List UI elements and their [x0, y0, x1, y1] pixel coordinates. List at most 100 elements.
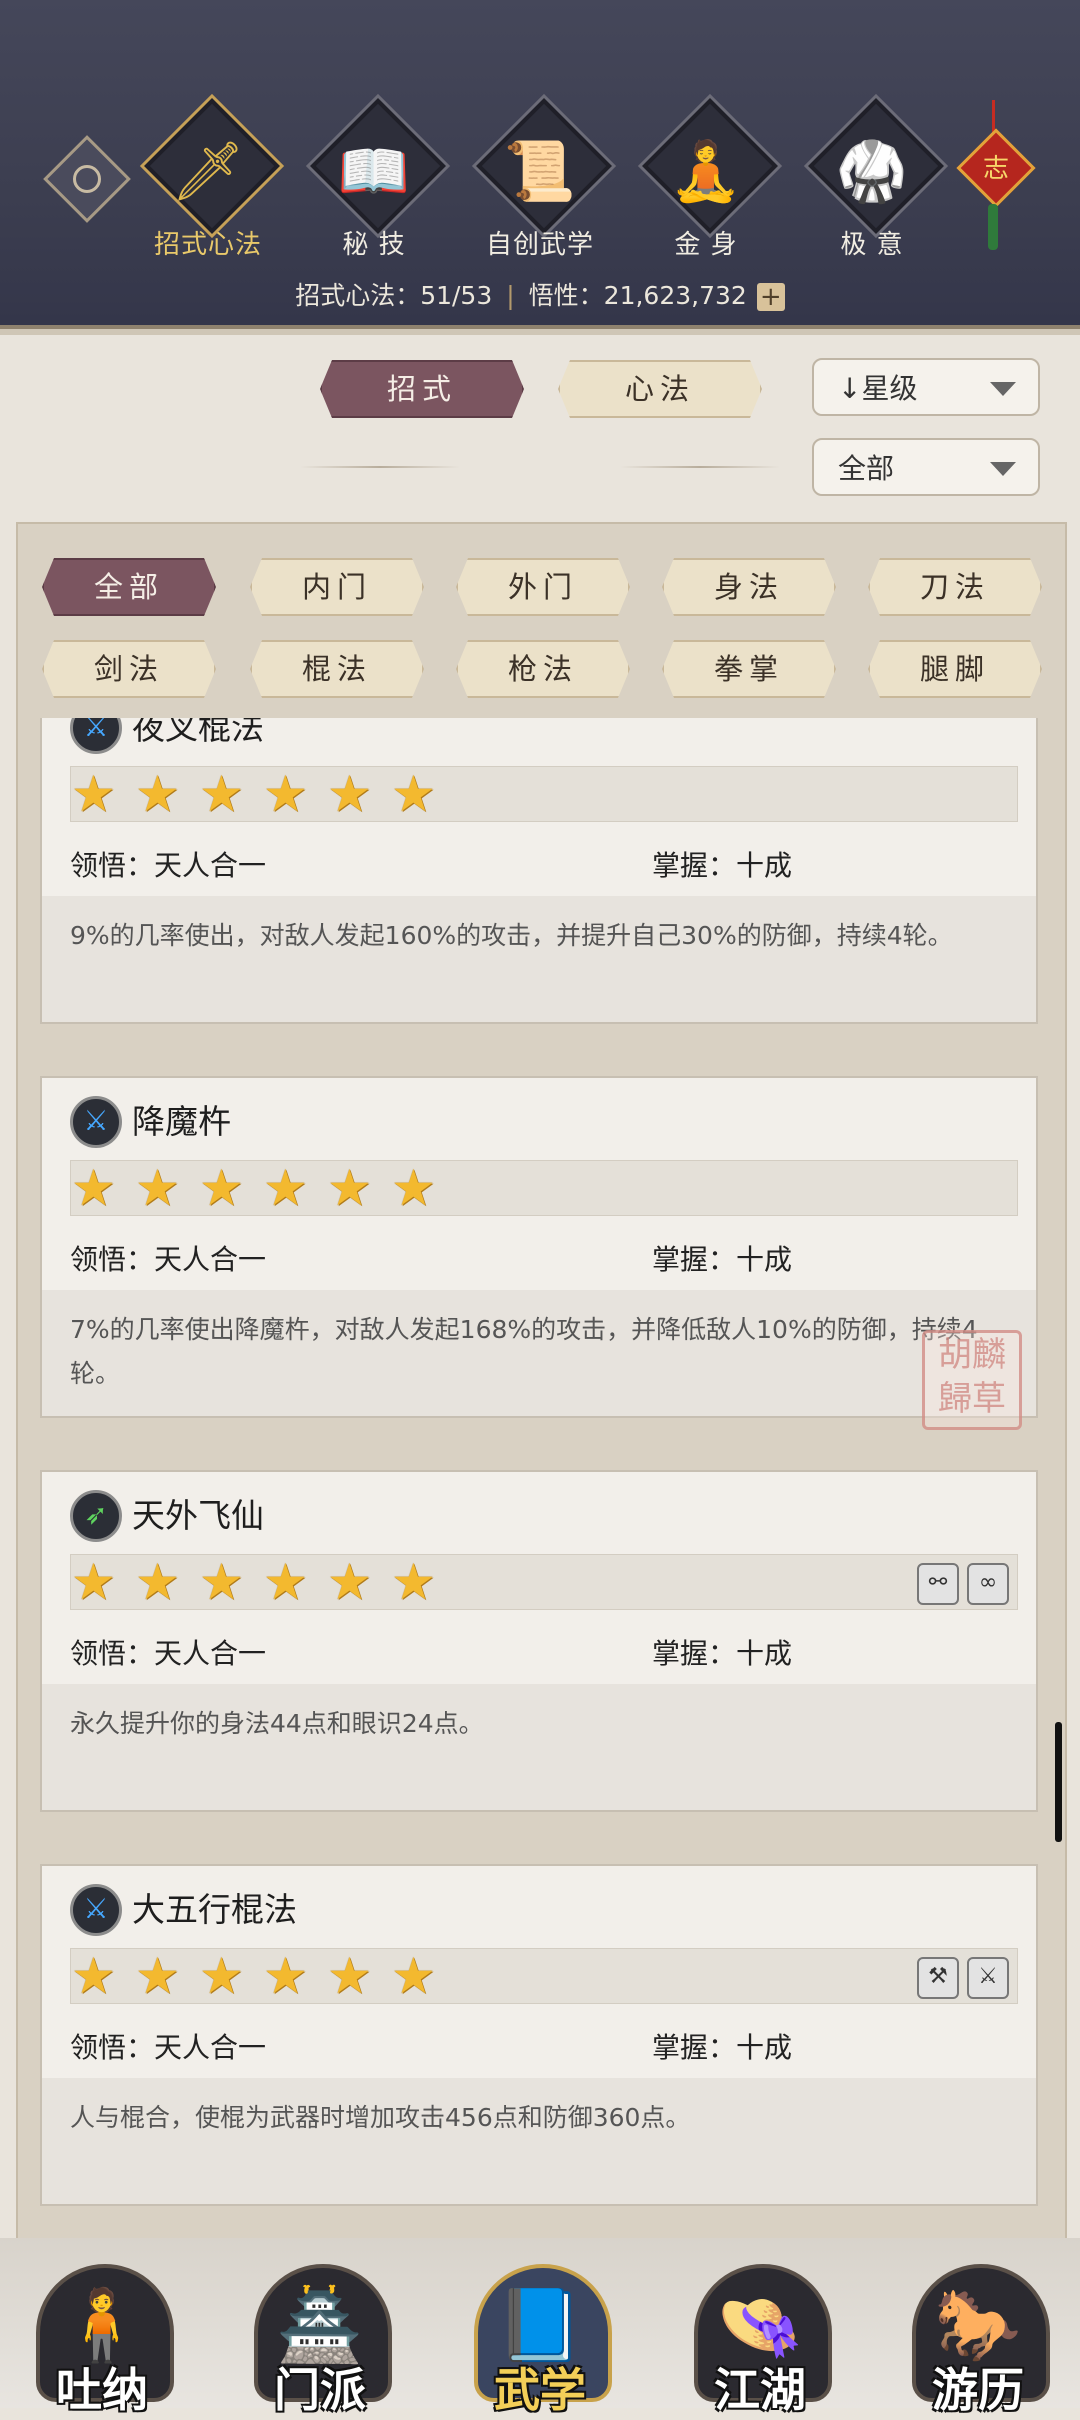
chevron-down-icon [990, 382, 1016, 396]
skills-header: 🗡 招式心法 📖 秘 技 📜 自创武学 🧘 金 身 🥋 极 意 志 招式心法：5… [0, 0, 1080, 335]
star-icon: ★ [135, 1553, 180, 1611]
knot-character: 志 [982, 154, 1009, 184]
star-icon: ★ [263, 765, 308, 823]
moves-count: 招式心法：51/53 [295, 281, 493, 310]
eye-icon[interactable] [43, 135, 131, 223]
book-icon: 📖 [337, 137, 411, 205]
category-movement[interactable]: 身法 [662, 558, 836, 616]
tab-label: 招式心法 [153, 230, 262, 260]
star-icon: ★ [391, 1159, 436, 1217]
star-icon: ★ [263, 1553, 308, 1611]
star-rating: ★ ★ ★ ★ ★ ★ ⚯ ∞ [70, 1554, 1018, 1610]
skill-description: 人与棍合，使棍为武器时增加攻击456点和防御360点。 [42, 2078, 1036, 2204]
add-insight-button[interactable]: + [756, 283, 785, 311]
tab-ultimate[interactable]: 🥋 极 意 [790, 98, 950, 270]
mastery-level: 掌握：十成 [652, 1637, 793, 1670]
star-rating: ★ ★ ★ ★ ★ ★ [70, 766, 1018, 822]
comprehension-level: 领悟：天人合一 [70, 1637, 267, 1670]
category-inner[interactable]: 内门 [250, 558, 424, 616]
category-fist-palm[interactable]: 拳掌 [662, 640, 836, 698]
star-icon: ★ [263, 1947, 308, 2005]
mastery-level: 掌握：十成 [652, 2031, 793, 2064]
tab-label: 金 身 [674, 230, 738, 260]
fighter-stance-icon: 🥋 [835, 137, 909, 205]
tab-secret-techniques[interactable]: 📖 秘 技 [292, 98, 452, 270]
bottom-nav: 🧍 吐纳 🏯 门派 📘 武学 👒 江湖 🐎 游历 [0, 2238, 1080, 2417]
nav-jianghu[interactable]: 👒 江湖 [684, 2246, 836, 2417]
stats-divider: | [506, 281, 515, 310]
tab-self-created[interactable]: 📜 自创武学 [458, 98, 618, 270]
link-badge-icon[interactable]: ⚯ [917, 1563, 959, 1605]
star-icon: ★ [71, 765, 116, 823]
staff-icon: ⚔ [70, 1884, 122, 1936]
skill-card[interactable]: ⚔ 降魔杵 ★ ★ ★ ★ ★ ★ 领悟：天人合一 掌握：十成 7%的几率使出降… [40, 1076, 1038, 1418]
skill-name: 天外飞仙 [132, 1496, 264, 1535]
weapon-badge-icon[interactable]: ⚒ [917, 1957, 959, 1999]
skill-description: 9%的几率使出，对敌人发起160%的攻击，并提升自己30%的防御，持续4轮。 [42, 896, 1036, 1022]
star-icon: ★ [199, 1553, 244, 1611]
star-rating: ★ ★ ★ ★ ★ ★ [70, 1160, 1018, 1216]
nav-label: 江湖 [714, 2363, 806, 2417]
star-rating: ★ ★ ★ ★ ★ ★ ⚒ ⚔ [70, 1948, 1018, 2004]
mastery-level: 掌握：十成 [652, 1243, 793, 1276]
watermark-seal: 胡麟 歸草 [922, 1330, 1022, 1430]
star-icon: ★ [327, 765, 372, 823]
star-icon: ★ [135, 1159, 180, 1217]
skill-card[interactable]: ⚔ 大五行棍法 ★ ★ ★ ★ ★ ★ ⚒ ⚔ 领悟：天人合一 掌握：十成 人与… [40, 1864, 1038, 2206]
ornament-divider [300, 466, 460, 468]
category-all[interactable]: 全部 [42, 558, 216, 616]
tab-label: 极 意 [840, 230, 904, 260]
star-icon: ★ [71, 1947, 116, 2005]
nav-label: 武学 [494, 2363, 586, 2417]
tab-moves-and-methods[interactable]: 🗡 招式心法 [126, 98, 286, 270]
chinese-knot-icon[interactable]: 志 [956, 100, 1036, 260]
skill-description: 永久提升你的身法44点和眼识24点。 [42, 1684, 1036, 1810]
scope-dropdown[interactable]: 全部 [812, 438, 1040, 496]
category-blade[interactable]: 刀法 [868, 558, 1042, 616]
insight-value: 悟性：21,623,732 [528, 281, 747, 310]
tab-methods[interactable]: 心法 [558, 360, 762, 418]
tab-label: 自创武学 [485, 230, 594, 260]
star-icon: ★ [391, 1947, 436, 2005]
nav-martial-arts[interactable]: 📘 武学 [464, 2246, 616, 2417]
skill-card[interactable]: ➶ 天外飞仙 ★ ★ ★ ★ ★ ★ ⚯ ∞ 领悟：天人合一 掌握：十成 永久提… [40, 1470, 1038, 1812]
chain-badge-icon[interactable]: ∞ [967, 1563, 1009, 1605]
list-scrollbar[interactable] [1055, 1722, 1062, 1842]
star-icon: ★ [71, 1553, 116, 1611]
category-spear[interactable]: 枪法 [456, 640, 630, 698]
chevron-down-icon [990, 462, 1016, 476]
nav-label: 游历 [932, 2363, 1024, 2417]
star-icon: ★ [71, 1159, 116, 1217]
nav-label: 门派 [274, 2363, 366, 2417]
star-icon: ★ [135, 1947, 180, 2005]
category-staff[interactable]: 棍法 [250, 640, 424, 698]
star-icon: ★ [199, 1159, 244, 1217]
sword-badge-icon[interactable]: ⚔ [967, 1957, 1009, 1999]
star-icon: ★ [327, 1159, 372, 1217]
movement-icon: ➶ [70, 1490, 122, 1542]
sort-dropdown[interactable]: ↓星级 [812, 358, 1040, 416]
category-sword[interactable]: 剑法 [42, 640, 216, 698]
tab-golden-body[interactable]: 🧘 金 身 [624, 98, 784, 270]
nav-travel[interactable]: 🐎 游历 [902, 2246, 1054, 2417]
staff-icon: ⚔ [70, 1096, 122, 1148]
skill-name: 夜叉棍法 [132, 718, 264, 747]
knot-tassel [988, 204, 998, 250]
star-icon: ★ [135, 765, 180, 823]
nav-breathing[interactable]: 🧍 吐纳 [26, 2246, 178, 2417]
category-legs[interactable]: 腿脚 [868, 640, 1042, 698]
star-icon: ★ [327, 1553, 372, 1611]
scope-dropdown-value: 全部 [838, 452, 895, 485]
staff-icon: ⚔ [70, 718, 122, 754]
ornament-divider [620, 466, 780, 468]
skill-card[interactable]: ⚔ 夜叉棍法 ★ ★ ★ ★ ★ ★ 领悟：天人合一 掌握：十成 9%的几率使出… [40, 718, 1038, 1024]
star-icon: ★ [199, 1947, 244, 2005]
nav-label: 吐纳 [56, 2363, 148, 2417]
tab-label: 秘 技 [342, 230, 406, 260]
stats-bar: 招式心法：51/53 | 悟性：21,623,732 + [0, 276, 1080, 312]
nav-sect[interactable]: 🏯 门派 [244, 2246, 396, 2417]
category-outer[interactable]: 外门 [456, 558, 630, 616]
skill-list[interactable]: ⚔ 夜叉棍法 ★ ★ ★ ★ ★ ★ 领悟：天人合一 掌握：十成 9%的几率使出… [40, 718, 1040, 2218]
tab-moves[interactable]: 招式 [320, 360, 524, 418]
star-icon: ★ [327, 1947, 372, 2005]
